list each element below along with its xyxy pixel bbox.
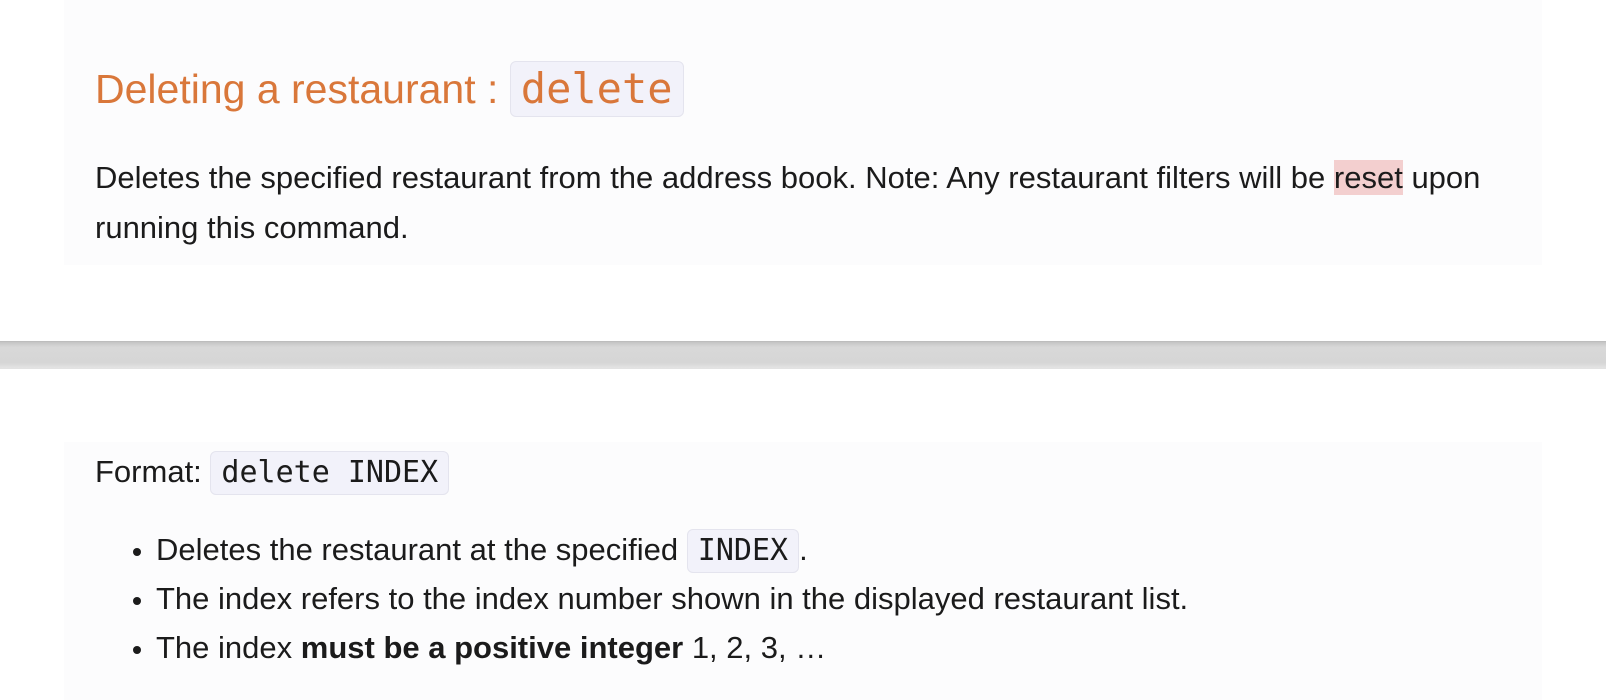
highlighted-word: reset [1333, 160, 1403, 195]
list-item: The index must be a positive integer 1, … [156, 623, 1188, 672]
list-item-text: Deletes the restaurant at the specified [156, 532, 687, 567]
list-item-text-end: . [799, 532, 808, 567]
section-panel-top: Deleting a restaurant : delete Deletes t… [64, 0, 1542, 265]
format-line: Format: delete INDEX [95, 447, 450, 497]
bold-text: must be a positive integer [300, 630, 684, 665]
page-break-divider [0, 341, 1606, 369]
index-code: INDEX [686, 529, 800, 573]
bullet-list: Deletes the restaurant at the specified … [95, 525, 1188, 672]
list-item-text: The index [156, 630, 301, 665]
format-code: delete INDEX [210, 451, 450, 495]
section-description: Deletes the specified restaurant from th… [95, 153, 1515, 253]
section-heading: Deleting a restaurant : delete [95, 60, 684, 118]
section-panel-bottom: Format: delete INDEX Deletes the restaur… [64, 442, 1542, 700]
list-item: Deletes the restaurant at the specified … [156, 525, 1188, 574]
description-text: Deletes the specified restaurant from th… [95, 160, 1334, 195]
list-item: The index refers to the index number sho… [156, 574, 1188, 623]
command-code: delete [509, 61, 684, 117]
list-item-text: The index refers to the index number sho… [156, 581, 1189, 616]
list-item-text-end: 1, 2, 3, … [683, 630, 827, 665]
format-label: Format: [95, 454, 211, 489]
section-heading-text: Deleting a restaurant : [95, 66, 510, 112]
